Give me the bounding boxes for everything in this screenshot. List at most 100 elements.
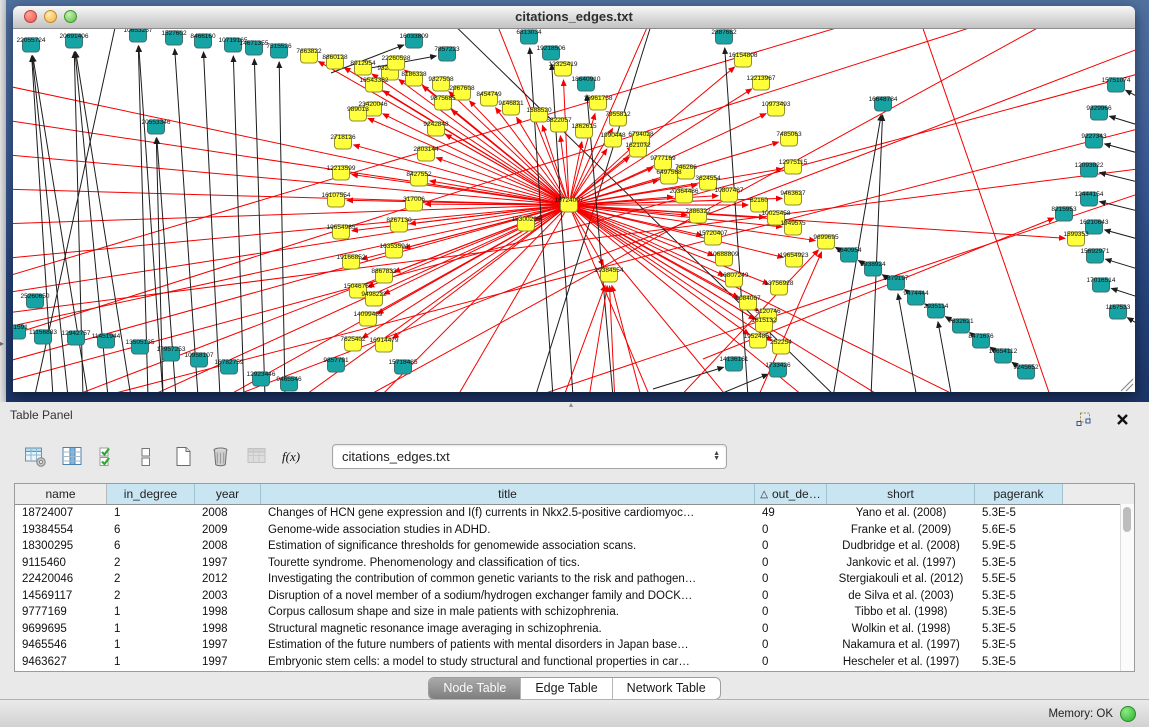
network-node[interactable]: 9857791 <box>323 357 349 372</box>
network-node[interactable]: 20553346 <box>142 119 171 134</box>
tab-edge-table[interactable]: Edge Table <box>521 678 612 699</box>
network-node[interactable]: 7485063 <box>776 131 802 146</box>
network-node[interactable]: 12942757 <box>62 330 91 345</box>
network-node[interactable]: 6813034 <box>516 29 542 44</box>
network-node[interactable]: 16914479 <box>370 337 399 352</box>
network-node[interactable]: 12975115 <box>779 159 808 174</box>
network-node[interactable]: 989013 <box>347 106 369 121</box>
network-node[interactable]: 16154808 <box>729 52 758 67</box>
network-node[interactable]: 9227343 <box>1081 133 1107 148</box>
deselect-all-rows-icon[interactable] <box>133 444 159 468</box>
network-node[interactable]: 8466160 <box>190 33 216 48</box>
panel-expand-grip[interactable]: ▸ <box>0 338 6 350</box>
close-window-button[interactable] <box>24 10 37 23</box>
splitter-grip[interactable]: ▴ <box>569 400 573 409</box>
network-node[interactable]: 16107554 <box>322 192 351 207</box>
table-selector-dropdown[interactable]: citations_edges.txt ▲▼ <box>332 444 727 469</box>
network-node[interactable]: 12093822 <box>1075 162 1104 177</box>
network-node[interactable]: 20691406 <box>60 33 89 48</box>
network-node[interactable]: 19166852 <box>337 254 366 269</box>
zoom-window-button[interactable] <box>64 10 77 23</box>
network-node[interactable]: 17957253 <box>157 346 186 361</box>
network-node[interactable]: 9699695 <box>813 234 839 249</box>
network-node[interactable]: 9465546 <box>276 376 302 391</box>
network-node[interactable]: 25260650 <box>21 293 50 308</box>
new-table-icon[interactable] <box>170 444 196 468</box>
network-node[interactable]: 252254 <box>770 339 792 354</box>
network-node[interactable]: 10958107 <box>185 352 214 367</box>
network-node[interactable]: 7386322 <box>685 208 711 223</box>
network-node[interactable]: 10688809 <box>710 251 739 266</box>
delete-table-icon[interactable] <box>207 444 233 468</box>
network-node[interactable]: 7515526 <box>266 43 292 58</box>
network-node[interactable]: 15718485 <box>389 359 418 374</box>
table-row[interactable]: 977716911998Corpus callosum shape and si… <box>15 604 1134 621</box>
network-node[interactable]: 9146821 <box>498 100 524 115</box>
network-node[interactable]: 19218506 <box>537 45 566 60</box>
network-graph[interactable]: 1872400718300295193845541232541916961758… <box>13 29 1135 392</box>
column-header-out_de[interactable]: △out_de… <box>755 484 827 504</box>
table-row[interactable]: 946362711997Embryonic stem cells: a mode… <box>15 654 1134 671</box>
network-node[interactable]: 1527602 <box>161 30 187 45</box>
network-node[interactable]: 19384554 <box>595 267 624 282</box>
float-panel-icon[interactable] <box>1071 407 1097 431</box>
network-node[interactable]: 2887682 <box>711 29 737 44</box>
table-options-icon[interactable] <box>22 444 48 468</box>
network-node[interactable]: 10653257 <box>124 29 153 42</box>
network-node[interactable]: 12444154 <box>1075 191 1104 206</box>
network-node[interactable]: 12213967 <box>747 75 776 90</box>
network-node[interactable]: 2718126 <box>330 134 356 149</box>
network-node[interactable]: 9245652 <box>1013 364 1039 379</box>
column-header-name[interactable]: name <box>15 484 107 504</box>
tab-node-table[interactable]: Node Table <box>429 678 521 699</box>
network-node[interactable]: 2935114 <box>924 303 949 318</box>
network-node[interactable]: 19654985 <box>327 224 356 239</box>
canvas-resize-grip[interactable] <box>1121 379 1133 391</box>
network-node[interactable]: 6879197 <box>883 275 909 290</box>
network-node[interactable]: 9463627 <box>780 190 806 205</box>
network-node[interactable]: 11156883 <box>29 329 57 344</box>
network-node[interactable]: 1949575 <box>780 220 806 235</box>
network-node[interactable]: 22055724 <box>17 37 46 52</box>
network-node[interactable]: 7955812 <box>605 111 631 126</box>
network-node[interactable]: 16033809 <box>400 33 429 48</box>
network-node[interactable]: 18640910 <box>572 76 601 91</box>
network-node[interactable]: 10654112 <box>989 348 1018 363</box>
network-node[interactable]: 9875685 <box>430 95 456 110</box>
column-header-short[interactable]: short <box>827 484 975 504</box>
network-node[interactable]: 7832621 <box>948 318 974 333</box>
network-node[interactable]: 13756928 <box>765 280 794 295</box>
table-row[interactable]: 946554611997Estimation of the future num… <box>15 637 1134 654</box>
network-node[interactable]: 9498222 <box>361 291 387 306</box>
function-builder-icon[interactable]: f(x) <box>281 444 307 468</box>
tab-network-table[interactable]: Network Table <box>613 678 720 699</box>
network-node[interactable]: 8471676 <box>968 333 994 348</box>
network-node[interactable]: 9777169 <box>650 155 676 170</box>
close-panel-icon[interactable] <box>1109 407 1135 431</box>
network-node[interactable]: 14671355 <box>240 40 269 55</box>
network-node[interactable]: 6822057 <box>546 117 572 132</box>
table-vertical-scrollbar[interactable] <box>1120 504 1134 671</box>
table-row[interactable]: 1872400712008Changes of HCN gene express… <box>15 505 1134 522</box>
table-row[interactable]: 911546021997Tourette syndrome. Phenomeno… <box>15 555 1134 572</box>
network-node[interactable]: 16807249 <box>720 272 749 287</box>
network-node[interactable]: 1640954 <box>836 247 862 262</box>
column-header-in_degree[interactable]: in_degree <box>107 484 195 504</box>
table-row[interactable]: 2242004622012Investigating the contribut… <box>15 571 1134 588</box>
column-header-pagerank[interactable]: pagerank <box>975 484 1063 504</box>
network-node[interactable]: 15692971 <box>1081 248 1110 263</box>
import-table-icon[interactable] <box>244 444 270 468</box>
network-node[interactable]: 1615132 <box>751 317 777 332</box>
network-node[interactable]: 15751074 <box>1102 77 1131 92</box>
network-node[interactable]: 1599353 <box>1063 231 1089 246</box>
network-node[interactable]: 2803144 <box>413 146 439 161</box>
column-header-title[interactable]: title <box>261 484 755 504</box>
window-titlebar[interactable]: citations_edges.txt <box>13 6 1135 29</box>
network-node[interactable]: 7663822 <box>296 48 322 63</box>
table-row[interactable]: 1830029562008Estimation of significance … <box>15 538 1134 555</box>
table-row[interactable]: 1456911722003Disruption of a novel membe… <box>15 588 1134 605</box>
network-node[interactable]: 14136161 <box>720 356 749 371</box>
network-node[interactable]: 8860128 <box>322 54 348 69</box>
network-node[interactable]: 8938924 <box>860 261 886 276</box>
select-all-rows-icon[interactable] <box>96 444 122 468</box>
